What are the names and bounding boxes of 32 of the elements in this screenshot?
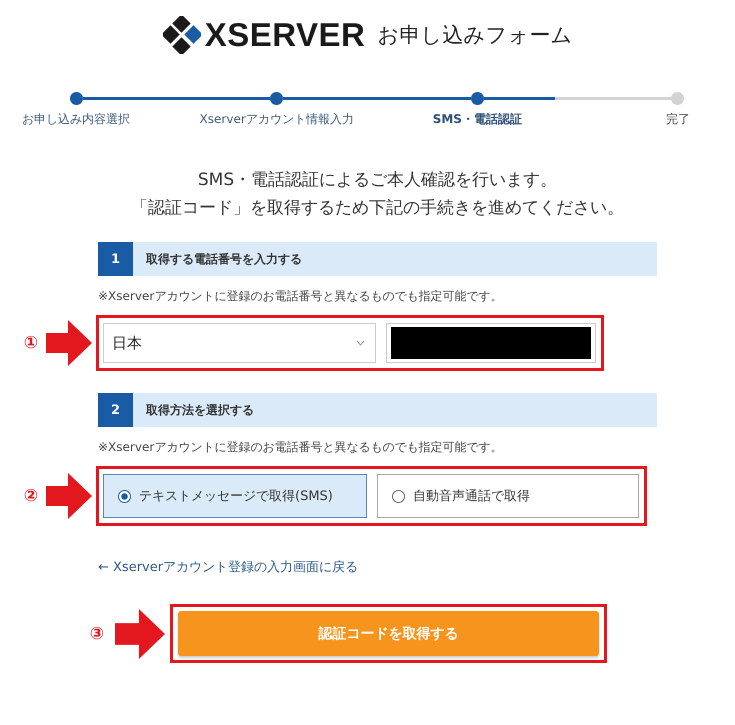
page-title: お申し込みフォーム	[377, 22, 572, 49]
annotation-number: ③	[88, 624, 106, 644]
step-dot	[670, 92, 684, 105]
chevron-icon	[356, 340, 365, 346]
step-label: Xserverアカウント情報入力	[200, 111, 354, 128]
annotation-number: ①	[22, 333, 40, 353]
step-label: 完了	[666, 111, 690, 128]
arrow-icon	[114, 608, 166, 658]
section-title: 取得方法を選択する	[146, 402, 254, 418]
intro-text: 「認証コード」を取得するため下記の手続きを進めてください。	[130, 197, 625, 220]
note-text: ※Xserverアカウントに登録のお電話番号と異なるものでも指定可能です。	[98, 288, 504, 305]
section-number: 2	[98, 393, 133, 427]
arrow-icon	[46, 320, 92, 366]
logo-text: XSERVER	[204, 16, 366, 54]
radio-icon	[118, 490, 131, 502]
country-select[interactable]: 日本	[103, 323, 376, 363]
step-label: SMS・電話認証	[432, 111, 522, 128]
logo-icon	[162, 16, 201, 54]
radio-icon	[392, 490, 405, 502]
note-text: ※Xserverアカウントに登録のお電話番号と異なるものでも指定可能です。	[98, 439, 504, 456]
step-label: お申し込み内容選択	[22, 111, 130, 128]
back-link[interactable]: ← Xserverアカウント登録の入力画面に戻る	[98, 558, 358, 576]
section-title: 取得する電話番号を入力する	[146, 250, 302, 268]
annotation-number: ②	[22, 486, 40, 506]
step-dot	[70, 92, 83, 105]
radio-option[interactable]: 自動音声通話で取得	[377, 474, 639, 518]
arrow-icon	[46, 473, 92, 519]
step-dot	[270, 92, 284, 105]
step-dot	[470, 92, 484, 105]
section-number: 1	[98, 242, 133, 276]
intro-text: SMS・電話認証によるご本人確認を行います。	[196, 169, 558, 192]
radio-option[interactable]: テキストメッセージで取得(SMS)	[103, 474, 367, 518]
